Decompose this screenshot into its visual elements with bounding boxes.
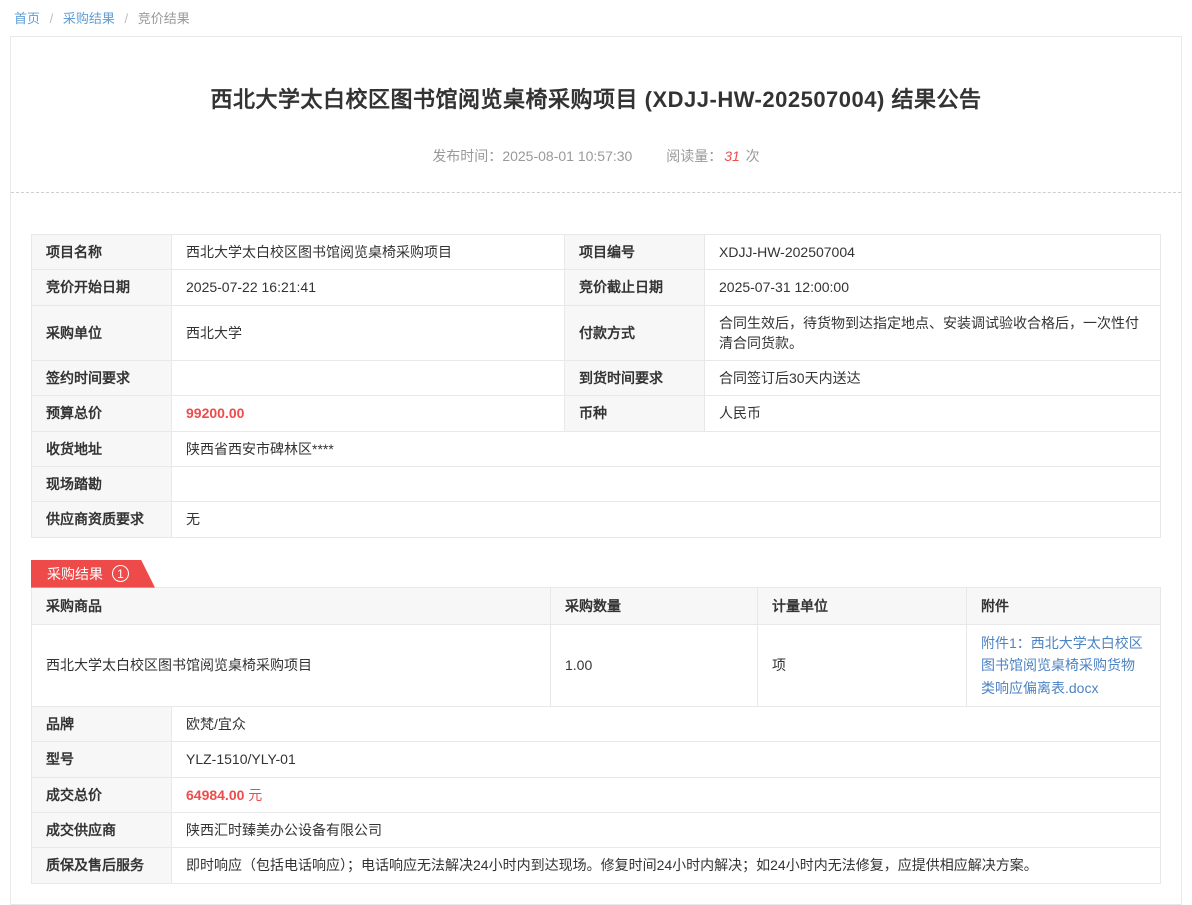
table-row: 项目名称 西北大学太白校区图书馆阅览桌椅采购项目 项目编号 XDJJ-HW-20… (32, 235, 1161, 270)
table-row: 品牌 欧梵/宜众 (32, 707, 1161, 742)
views-unit: 次 (746, 148, 760, 164)
info-value-delivery-time: 合同签订后30天内送达 (705, 361, 1161, 396)
result-header-attachment: 附件 (967, 587, 1161, 624)
views-group: 阅读量：31 次 (666, 148, 759, 164)
result-header-unit: 计量单位 (758, 587, 967, 624)
detail-label-model: 型号 (32, 742, 172, 777)
table-row: 现场踏勘 (32, 467, 1161, 502)
detail-label-brand: 品牌 (32, 707, 172, 742)
page-title: 西北大学太白校区图书馆阅览桌椅采购项目 (XDJJ-HW-202507004) … (31, 82, 1161, 114)
info-label-supplier-qualification: 供应商资质要求 (32, 502, 172, 537)
views-label: 阅读量： (666, 148, 722, 164)
project-info-table: 项目名称 西北大学太白校区图书馆阅览桌椅采购项目 项目编号 XDJJ-HW-20… (31, 234, 1161, 538)
info-value-site-survey (172, 467, 1161, 502)
info-label-purchaser: 采购单位 (32, 305, 172, 361)
result-product-quantity: 1.00 (551, 624, 758, 706)
info-label-payment: 付款方式 (565, 305, 705, 361)
info-value-purchaser: 西北大学 (172, 305, 565, 361)
info-value-supplier-qualification: 无 (172, 502, 1161, 537)
announcement-header: 西北大学太白校区图书馆阅览桌椅采购项目 (XDJJ-HW-202507004) … (11, 37, 1181, 192)
info-label-address: 收货地址 (32, 431, 172, 466)
result-product-name: 西北大学太白校区图书馆阅览桌椅采购项目 (32, 624, 551, 706)
breadcrumb-current: 竞价结果 (138, 11, 190, 26)
table-row: 预算总价 99200.00 币种 人民币 (32, 396, 1161, 431)
attachment-link[interactable]: 附件1：西北大学太白校区图书馆阅览桌椅采购货物类响应偏离表.docx (981, 632, 1146, 699)
info-label-bid-end: 竞价截止日期 (565, 270, 705, 305)
table-row: 竞价开始日期 2025-07-22 16:21:41 竞价截止日期 2025-0… (32, 270, 1161, 305)
info-value-project-no: XDJJ-HW-202507004 (705, 235, 1161, 270)
table-row: 型号 YLZ-1510/YLY-01 (32, 742, 1161, 777)
detail-value-model: YLZ-1510/YLY-01 (172, 742, 1161, 777)
result-detail-table: 品牌 欧梵/宜众 型号 YLZ-1510/YLY-01 成交总价 64984.0… (31, 706, 1161, 883)
detail-label-warranty: 质保及售后服务 (32, 848, 172, 883)
info-label-project-no: 项目编号 (565, 235, 705, 270)
table-row: 供应商资质要求 无 (32, 502, 1161, 537)
table-row: 质保及售后服务 即时响应（包括电话响应）；电话响应无法解决24小时内到达现场。修… (32, 848, 1161, 883)
info-label-project-name: 项目名称 (32, 235, 172, 270)
detail-value-warranty: 即时响应（包括电话响应）；电话响应无法解决24小时内到达现场。修复时间24小时内… (172, 848, 1161, 883)
detail-value-deal-price: 64984.00 元 (172, 777, 1161, 812)
detail-value-supplier: 陕西汇时臻美办公设备有限公司 (172, 813, 1161, 848)
info-value-bid-end: 2025-07-31 12:00:00 (705, 270, 1161, 305)
announcement-card: 西北大学太白校区图书馆阅览桌椅采购项目 (XDJJ-HW-202507004) … (10, 36, 1182, 905)
deal-price-amount: 64984.00 (186, 787, 244, 803)
result-table: 采购商品 采购数量 计量单位 附件 西北大学太白校区图书馆阅览桌椅采购项目 1.… (31, 587, 1161, 707)
result-attachment-cell: 附件1：西北大学太白校区图书馆阅览桌椅采购货物类响应偏离表.docx (967, 624, 1161, 706)
breadcrumb-procurement-results[interactable]: 采购结果 (63, 11, 115, 26)
deal-price-unit: 元 (244, 787, 262, 803)
info-value-sign-time (172, 361, 565, 396)
breadcrumb-home[interactable]: 首页 (14, 11, 40, 26)
result-tag-label: 采购结果 (47, 564, 103, 584)
info-value-address: 陕西省西安市碑林区**** (172, 431, 1161, 466)
table-row: 收货地址 陕西省西安市碑林区**** (32, 431, 1161, 466)
info-label-sign-time: 签约时间要求 (32, 361, 172, 396)
info-label-currency: 币种 (565, 396, 705, 431)
info-label-bid-start: 竞价开始日期 (32, 270, 172, 305)
publish-time-value: 2025-08-01 10:57:30 (502, 148, 632, 164)
table-row: 成交供应商 陕西汇时臻美办公设备有限公司 (32, 813, 1161, 848)
detail-label-supplier: 成交供应商 (32, 813, 172, 848)
publish-time-label: 发布时间： (432, 148, 502, 164)
info-value-payment: 合同生效后，待货物到达指定地点、安装调试验收合格后，一次性付清合同货款。 (705, 305, 1161, 361)
table-row: 成交总价 64984.00 元 (32, 777, 1161, 812)
result-count-badge: 1 (112, 565, 129, 582)
breadcrumb-separator: / (125, 11, 129, 26)
table-header-row: 采购商品 采购数量 计量单位 附件 (32, 587, 1161, 624)
detail-label-deal-price: 成交总价 (32, 777, 172, 812)
table-row: 签约时间要求 到货时间要求 合同签订后30天内送达 (32, 361, 1161, 396)
views-count: 31 (724, 148, 740, 164)
detail-value-brand: 欧梵/宜众 (172, 707, 1161, 742)
result-header-product: 采购商品 (32, 587, 551, 624)
publish-meta: 发布时间：2025-08-01 10:57:30 阅读量：31 次 (31, 146, 1161, 192)
table-row: 西北大学太白校区图书馆阅览桌椅采购项目 1.00 项 附件1：西北大学太白校区图… (32, 624, 1161, 706)
breadcrumb: 首页 / 采购结果 / 竞价结果 (0, 0, 1192, 36)
info-value-project-name: 西北大学太白校区图书馆阅览桌椅采购项目 (172, 235, 565, 270)
publish-time-group: 发布时间：2025-08-01 10:57:30 (432, 148, 632, 164)
result-section-tag: 采购结果 1 (31, 560, 155, 588)
info-value-currency: 人民币 (705, 396, 1161, 431)
result-product-unit: 项 (758, 624, 967, 706)
breadcrumb-separator: / (50, 11, 54, 26)
info-label-site-survey: 现场踏勘 (32, 467, 172, 502)
result-header-quantity: 采购数量 (551, 587, 758, 624)
info-value-bid-start: 2025-07-22 16:21:41 (172, 270, 565, 305)
announcement-body: 项目名称 西北大学太白校区图书馆阅览桌椅采购项目 项目编号 XDJJ-HW-20… (11, 193, 1181, 904)
table-row: 采购单位 西北大学 付款方式 合同生效后，待货物到达指定地点、安装调试验收合格后… (32, 305, 1161, 361)
info-value-budget: 99200.00 (172, 396, 565, 431)
info-label-delivery-time: 到货时间要求 (565, 361, 705, 396)
info-label-budget: 预算总价 (32, 396, 172, 431)
